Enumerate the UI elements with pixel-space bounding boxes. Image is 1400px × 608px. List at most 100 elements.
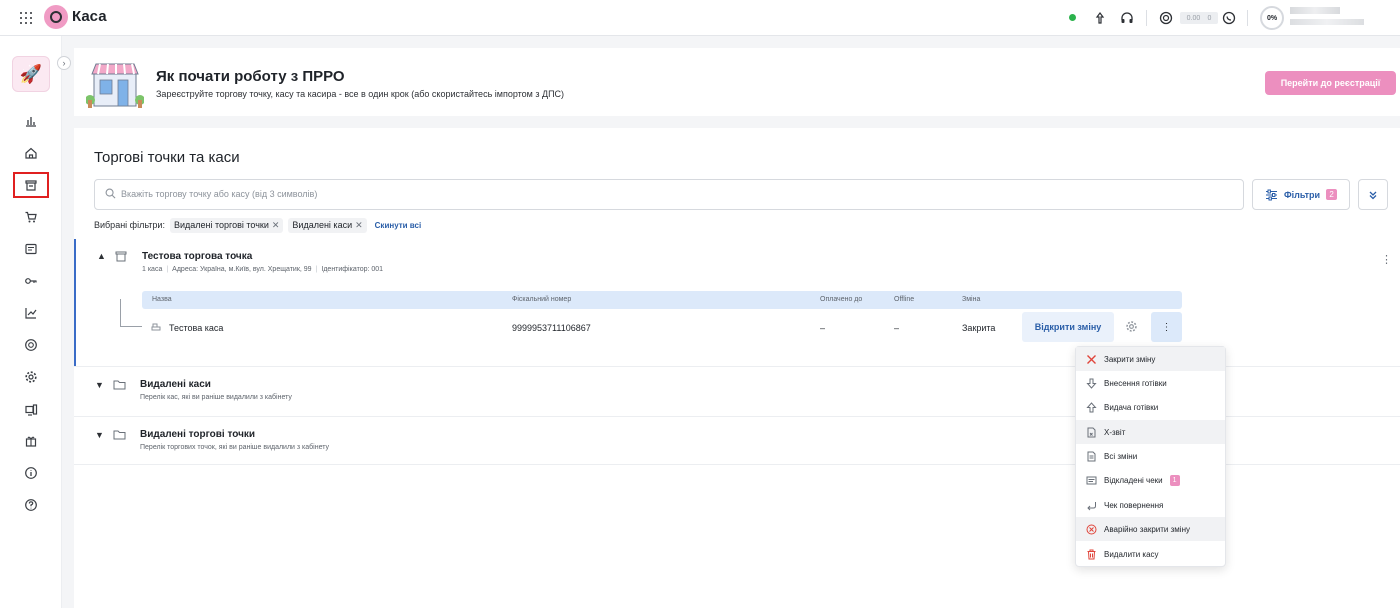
balance-count: 0 [1207,14,1212,22]
coin-icon[interactable] [1158,10,1174,26]
gear-icon[interactable] [1125,320,1138,335]
column-fiscal: Фіскальний номер [512,296,572,303]
remove-filter-icon[interactable]: ✕ [272,220,280,231]
bar-chart-icon [26,117,36,127]
cash-offline: – [894,323,900,333]
filter-chip-deleted-points: Видалені торгові точки ✕ [169,217,284,233]
sidebar-item-keys[interactable] [19,269,43,293]
arrow-down-icon [1086,378,1097,389]
remove-filter-icon[interactable]: ✕ [355,220,363,231]
chevron-down-icon[interactable]: ▼ [95,380,104,390]
chevron-down-icon[interactable]: ▼ [95,430,104,440]
apps-grid-icon[interactable] [20,12,32,24]
menu-item-all-shifts[interactable]: Всі зміни [1076,444,1225,468]
sidebar: 🚀 [0,36,62,608]
deleted-cash-title[interactable]: Видалені каси [140,379,211,390]
app-title: Каса [72,8,107,25]
filter-chip-deleted-cash: Видалені каси ✕ [288,217,367,233]
column-shift: Зміна [962,296,981,303]
sidebar-item-home[interactable] [19,141,43,165]
sliders-icon [1265,189,1277,200]
menu-item-label: Видалити касу [1104,549,1159,559]
store-illustration-icon [86,63,144,108]
document-icon [1087,427,1096,437]
app-logo[interactable] [44,5,68,29]
sidebar-item-info[interactable] [19,461,43,485]
sidebar-item-analytics[interactable] [19,109,43,133]
menu-item-close-shift[interactable]: Закрити зміну [1076,347,1225,371]
profile-progress[interactable]: 0% [1260,6,1284,30]
store-meta: 1 каса | Адреса: Україна, м.Київ, вул. Хре… [142,266,384,273]
sidebar-item-gifts[interactable] [19,429,43,453]
menu-item-x-report[interactable]: Х-звіт [1076,420,1225,444]
menu-item-label: Всі зміни [1104,451,1138,461]
column-offline: Offline [894,296,915,303]
message-icon [25,243,37,255]
folder-icon [113,429,126,443]
store-cash-count: 1 каса [142,266,163,273]
open-shift-button[interactable]: Відкрити зміну [1022,312,1114,342]
headset-icon[interactable] [1119,10,1135,26]
menu-item-return-receipt[interactable]: Чек повернення [1076,493,1225,517]
sidebar-item-help[interactable] [19,493,43,517]
gear-icon [25,371,37,383]
cash-name: Тестова каса [169,323,224,333]
go-to-registration-button[interactable]: Перейти до реєстрації [1265,71,1396,95]
balance-value: 0.00 [1186,14,1201,22]
sidebar-item-stores[interactable] [13,172,49,198]
filters-label: Фільтри [1283,189,1321,200]
search-input[interactable]: Вкажіть торгову точку або касу (від 3 си… [94,179,1244,210]
user-email-blurred[interactable] [1290,19,1364,25]
store-id: Ідентифікатор: 001 [321,266,384,273]
key-icon [25,278,37,284]
cash-register-icon [151,322,161,333]
help-icon [25,499,37,511]
banner-subtitle: Зареєструйте торгову точку, касу та каси… [156,89,565,99]
sidebar-collapse-button[interactable]: › [57,56,71,70]
sidebar-item-settings[interactable] [19,365,43,389]
sidebar-item-messages[interactable] [19,237,43,261]
whatsapp-icon[interactable] [1221,10,1237,26]
user-name-blurred[interactable] [1290,7,1340,14]
arrow-up-icon [1086,401,1097,412]
deleted-cash-subtitle: Перелік кас, які ви раніше видалили з ка… [140,394,292,401]
cash-more-button[interactable]: ⋮ [1151,312,1182,342]
trend-chart-icon [25,308,37,319]
menu-item-deferred-receipts[interactable]: Відкладені чеки 1 [1076,468,1225,492]
expand-all-button[interactable] [1358,179,1388,210]
chevron-up-icon[interactable]: ▲ [97,251,106,261]
menu-item-cash-out[interactable]: Видача готівки [1076,395,1225,419]
column-paid: Оплачено до [820,296,863,303]
document-list-icon [1087,451,1096,461]
sidebar-item-devices[interactable] [19,398,43,422]
coin-icon [25,339,37,351]
page-title: Торгові точки та каси [94,149,240,166]
menu-item-label: Видача готівки [1104,402,1159,412]
reset-filters-link[interactable]: Скинути всі [375,221,422,230]
selected-filters: Вибрані фільтри: Видалені торгові точки … [94,217,421,233]
online-status-dot [1069,14,1076,21]
menu-item-label: Чек повернення [1104,500,1164,510]
sidebar-item-finance[interactable] [19,333,43,357]
menu-item-emergency-close[interactable]: Аварійно закрити зміну [1076,517,1225,541]
rocket-icon[interactable]: 🚀 [12,56,50,92]
deleted-points-title[interactable]: Видалені торгові точки [140,429,255,440]
cash-fiscal-number: 9999953711106867 [512,323,591,333]
double-chevron-down-icon [1369,191,1377,199]
menu-item-delete-cash[interactable]: Видалити касу [1076,542,1225,566]
deferred-receipts-badge: 1 [1169,474,1180,486]
store-more-icon[interactable]: ⋮ [1381,253,1392,266]
search-placeholder: Вкажіть торгову точку або касу (від 3 си… [121,189,318,199]
store-name[interactable]: Тестова торгова точка [142,251,252,262]
cash-actions-menu: Закрити зміну Внесення готівки Видача го… [1075,346,1226,567]
lightbulb-icon[interactable] [1092,10,1108,26]
onboarding-banner: Як почати роботу з ПРРО Зареєструйте тор… [74,48,1400,116]
top-bar: Каса 0.00 0 0% [0,0,1400,36]
filters-button[interactable]: Фільтри 2 [1252,179,1350,210]
menu-item-label: Внесення готівки [1104,378,1167,388]
sidebar-item-reports[interactable] [19,301,43,325]
menu-item-cash-in[interactable]: Внесення готівки [1076,371,1225,395]
sidebar-item-shop[interactable] [19,205,43,229]
cash-row[interactable]: Тестова каса 9999953711106867 – – Закрит… [142,312,1182,342]
menu-item-label: Закрити зміну [1104,354,1156,364]
